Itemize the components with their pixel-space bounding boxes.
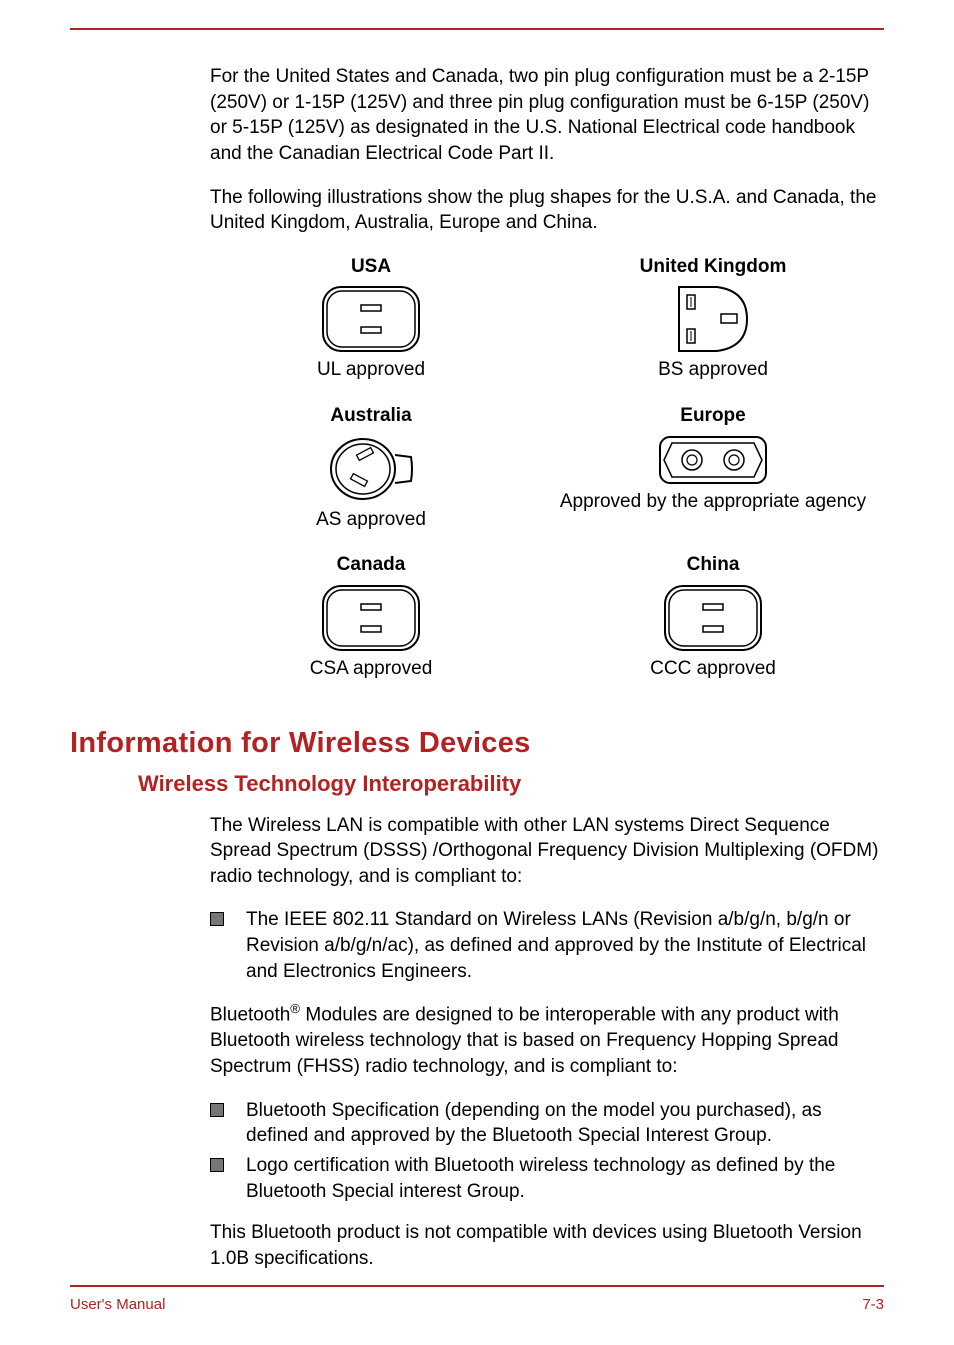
- plug-icon-uk: [673, 285, 753, 353]
- plug-heading-europe: Europe: [680, 403, 745, 429]
- subsection-heading-interop: Wireless Technology Interoperability: [138, 769, 884, 799]
- plug-cell-canada: Canada CSA approved: [210, 552, 532, 695]
- list-item: The IEEE 802.11 Standard on Wireless LAN…: [210, 907, 884, 984]
- plug-heading-usa: USA: [351, 254, 391, 280]
- section-heading-wireless: Information for Wireless Devices: [70, 724, 884, 763]
- plug-heading-australia: Australia: [330, 403, 411, 429]
- wlan-intro-paragraph: The Wireless LAN is compatible with othe…: [210, 813, 884, 890]
- footer-page-number: 7-3: [862, 1295, 884, 1315]
- list-item: Logo certification with Bluetooth wirele…: [210, 1153, 884, 1204]
- intro-paragraph-1: For the United States and Canada, two pi…: [210, 64, 884, 167]
- bullet-icon: [210, 1103, 224, 1117]
- bt-text-pre: Bluetooth: [210, 1005, 290, 1026]
- bt-list-item-1: Bluetooth Specification (depending on th…: [246, 1098, 884, 1149]
- bt-list-item-2: Logo certification with Bluetooth wirele…: [246, 1153, 884, 1204]
- plug-cell-europe: Europe Approved by the appropriate agenc…: [552, 403, 874, 546]
- plug-cell-china: China CCC approved: [552, 552, 874, 695]
- plug-icon-usa: [321, 285, 421, 353]
- bullet-icon: [210, 1158, 224, 1172]
- bluetooth-list: Bluetooth Specification (depending on th…: [210, 1098, 884, 1205]
- wlan-list-item-1: The IEEE 802.11 Standard on Wireless LAN…: [246, 907, 884, 984]
- plug-caption-usa: UL approved: [317, 357, 425, 383]
- bluetooth-compat-paragraph: This Bluetooth product is not compatible…: [210, 1220, 884, 1271]
- intro-paragraph-2: The following illustrations show the plu…: [210, 185, 884, 236]
- plug-caption-europe: Approved by the appropriate agency: [560, 489, 866, 515]
- plug-icon-canada: [321, 584, 421, 652]
- plug-caption-australia: AS approved: [316, 507, 426, 533]
- plug-caption-china: CCC approved: [650, 656, 776, 682]
- bluetooth-intro-paragraph: Bluetooth® Modules are designed to be in…: [210, 1000, 884, 1079]
- plug-heading-canada: Canada: [337, 552, 406, 578]
- bullet-icon: [210, 912, 224, 926]
- footer-manual-label: User's Manual: [70, 1295, 165, 1315]
- header-rule: [70, 28, 884, 30]
- list-item: Bluetooth Specification (depending on th…: [210, 1098, 884, 1149]
- plug-icon-australia: [327, 435, 415, 503]
- plug-heading-uk: United Kingdom: [640, 254, 787, 280]
- plug-caption-uk: BS approved: [658, 357, 768, 383]
- page-footer: User's Manual 7-3: [70, 1285, 884, 1315]
- plug-cell-uk: United Kingdom BS approved: [552, 254, 874, 397]
- wlan-list: The IEEE 802.11 Standard on Wireless LAN…: [210, 907, 884, 984]
- bt-text-post: Modules are designed to be interoperable…: [210, 1005, 839, 1077]
- registered-trademark: ®: [290, 1001, 300, 1016]
- plug-icon-china: [663, 584, 763, 652]
- plug-cell-usa: USA UL approved: [210, 254, 532, 397]
- plug-icon-europe: [658, 435, 768, 485]
- plug-heading-china: China: [687, 552, 740, 578]
- plug-cell-australia: Australia AS approved: [210, 403, 532, 546]
- plug-caption-canada: CSA approved: [310, 656, 433, 682]
- plug-illustration-grid: USA UL approved United Kingdom BS approv…: [210, 254, 874, 696]
